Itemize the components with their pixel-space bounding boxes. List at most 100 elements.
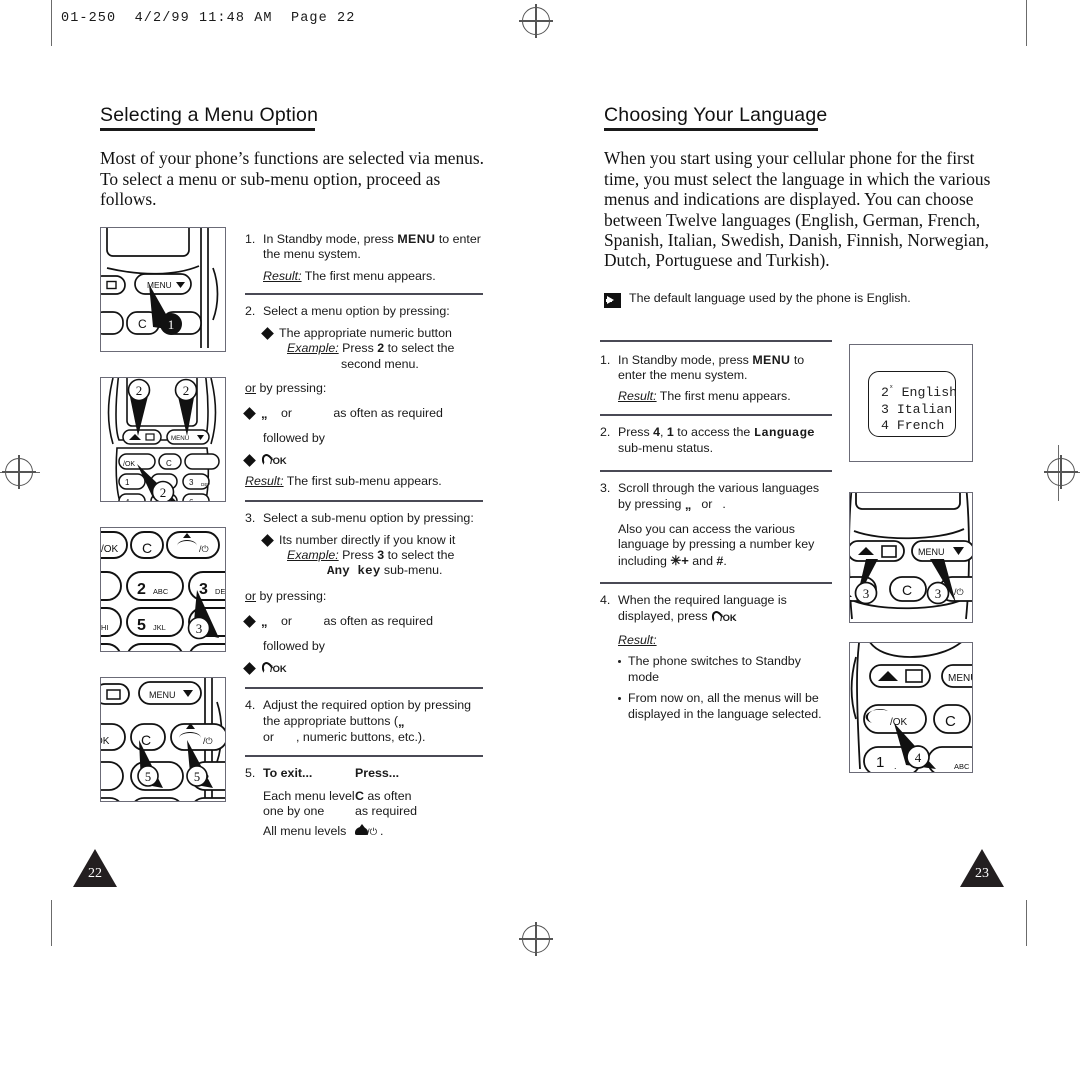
send-ok-key-icon: /OK [259, 452, 287, 466]
scroll-up-key-icon: „ [398, 714, 405, 730]
svg-text:C: C [141, 732, 151, 748]
crop-mark-bottom-left-v [51, 900, 53, 946]
right-title-rule [604, 128, 818, 132]
lcd-text: 2ˣ English 3 Italian 4 French [881, 381, 957, 435]
phone-scroll-language-figure: MENU C /⏻ 3 3 [849, 492, 973, 623]
svg-text:OK: OK [101, 736, 110, 747]
figure-callout-number: 2 [183, 383, 190, 398]
left-step-2-bullet-1: The appropriate numeric button Example: … [261, 326, 483, 372]
right-rule-0 [600, 340, 832, 342]
left-steps: 1. In Standby mode, press MENU to enter … [243, 232, 483, 840]
left-step-3: 3. Select a sub-menu option by pressing: [245, 511, 474, 526]
left-rule-1 [245, 293, 483, 296]
right-step-1-result: Result: The first menu appears. [618, 389, 791, 404]
svg-text:DEF: DEF [201, 482, 210, 487]
menu-key-label: MENU [752, 352, 791, 367]
page-number-badge-right: 23 [960, 849, 1004, 889]
figure-callout-number: 3 [196, 621, 203, 636]
diamond-bullet-icon [243, 661, 256, 675]
right-step-4: 4. When the required language is display… [600, 593, 787, 623]
note-arrow-icon [604, 292, 621, 308]
left-step-3-bullet-3: /OK [243, 660, 483, 675]
page-number-badge-left: 22 [73, 849, 117, 889]
left-section-title: Selecting a Menu Option [100, 104, 319, 126]
send-ok-key-icon: /OK [709, 608, 737, 623]
left-step-1-result: Result: The first menu appears. [263, 268, 436, 283]
left-step-5: 5. To exit... Press... Each menu level o… [245, 766, 483, 840]
clear-key-label: C [355, 788, 364, 803]
svg-text:1: 1 [125, 478, 130, 487]
right-step-4-bullet-2: From now on, all the menus will be displ… [618, 691, 832, 722]
registration-mark-bottom [519, 922, 553, 956]
scroll-up-key-icon: „ [261, 406, 268, 422]
right-step-2: 2. Press 4, 1 to access the Language sub… [600, 425, 815, 456]
diamond-bullet-icon [243, 407, 256, 420]
lcd-line-3: 4 French [881, 418, 945, 434]
phone-numeric-keys-figure: /OK C /⏻ 2 ABC 3 DEF 5 JKL 6 HI 8 9 3 [100, 527, 226, 652]
registration-mark-top [519, 4, 553, 38]
figure-callout-number: 2 [136, 383, 143, 398]
diamond-bullet-icon [261, 534, 274, 548]
left-rule-4 [245, 754, 483, 758]
svg-text:/⏻: /⏻ [203, 736, 213, 746]
left-intro-paragraph: Most of your phone’s functions are selec… [100, 148, 484, 210]
phone-exit-keys-figure: MENU OK C /⏻ 2 3 5 JKL 6 MNO 5 5 [100, 677, 226, 802]
left-step-2-bullet-2: „ or ‟ as often as required [243, 405, 483, 422]
svg-text:3: 3 [199, 581, 208, 598]
figure-callout-number: 1 [168, 317, 175, 332]
lcd-line-1: 2ˣ English [881, 384, 958, 400]
figure-callout-number: 5 [145, 770, 151, 784]
svg-text:MENU: MENU [918, 547, 945, 557]
diamond-bullet-icon [243, 614, 256, 628]
language-lcd-figure: 2ˣ English 3 Italian 4 French [849, 344, 973, 462]
svg-text:4: 4 [125, 498, 130, 501]
right-section-title: Choosing Your Language [604, 104, 828, 126]
left-rule-3 [245, 686, 483, 689]
svg-text:MENU: MENU [948, 673, 972, 684]
svg-text:/⏻: /⏻ [199, 544, 209, 554]
left-title-rule [100, 128, 315, 132]
left-column: Selecting a Menu Option Most of your pho… [100, 104, 495, 210]
right-intro-paragraph: When you start using your cellular phone… [604, 148, 991, 271]
right-step-3: 3. Scroll through the various languages … [600, 481, 820, 513]
svg-text:MENU: MENU [171, 435, 189, 442]
dot-bullet-icon [618, 660, 621, 664]
exit-table-row-1: Each menu level one by one C as often as… [263, 788, 417, 818]
right-step-4-result-label: Result: [618, 633, 657, 648]
phone-scroll-keys-figure: MENU /OK C 1 3 DEF 4 GHI 6 MNO 2 2 2 [100, 377, 226, 502]
language-submenu-label: Language [753, 426, 815, 440]
any-key-submenu-label: Any key [327, 564, 381, 579]
crop-mark-top-left-v [51, 0, 53, 46]
right-steps: 1. In Standby mode, press MENU to enter … [600, 340, 832, 722]
left-step-2: 2. Select a menu option by pressing: [245, 304, 450, 319]
exit-table-header: To exit... Press... [263, 766, 400, 781]
left-step-3-bullet-1: Its number directly if you know it Examp… [261, 533, 483, 580]
left-step-3-bullet-2: „ or as often as required [243, 613, 483, 630]
figure-callout-number: 5 [194, 770, 200, 784]
print-header: 01-250 4/2/99 11:48 AM Page 22 [61, 11, 356, 26]
exit-table-row-2: All menu levels /⏻. [263, 824, 384, 839]
right-rule-1 [600, 413, 832, 416]
svg-text:C: C [902, 582, 912, 598]
scroll-up-key-icon: „ [261, 614, 268, 630]
phone-menu-key-figure: MENU C 1 1 [100, 227, 226, 352]
svg-text:MENU: MENU [149, 690, 176, 700]
diamond-bullet-icon [261, 327, 274, 341]
send-ok-key-icon: /OK [259, 660, 287, 674]
svg-text:ABC: ABC [153, 587, 169, 596]
left-step-3-followed: followed by [263, 638, 325, 653]
left-step-2-result: Result: The first sub-menu appears. [245, 473, 442, 488]
left-step-2-followed: followed by [263, 430, 325, 445]
left-step-4: 4. Adjust the required option by pressin… [245, 697, 472, 744]
left-step-3-or: or by pressing: [245, 588, 327, 603]
diamond-bullet-icon [243, 453, 256, 467]
figure-callout-number: 2 [160, 485, 167, 500]
svg-text:1: 1 [876, 754, 884, 771]
svg-text:C: C [138, 317, 147, 331]
registration-mark-right [1044, 455, 1078, 489]
svg-text:3: 3 [189, 478, 194, 487]
left-step-2-or: or by pressing: [245, 381, 327, 396]
registration-mark-left [2, 455, 36, 489]
figure-callout-number: 3 [863, 586, 870, 601]
star-key-icon: ✳+ [670, 552, 689, 568]
